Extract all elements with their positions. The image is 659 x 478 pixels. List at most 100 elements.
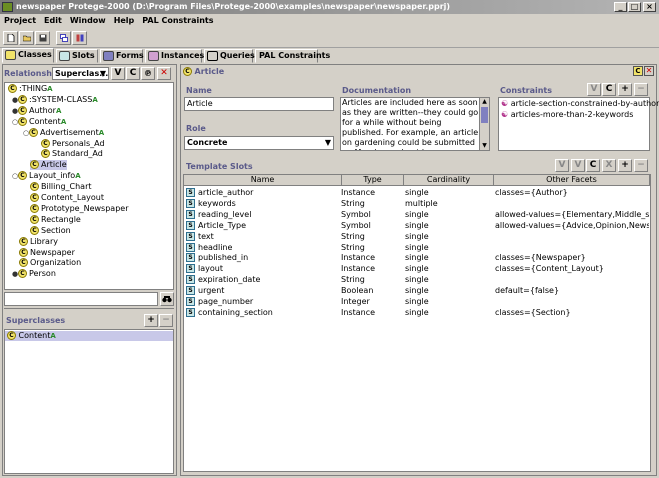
splitter[interactable]	[4, 308, 174, 312]
tab-instances[interactable]: Instances	[145, 49, 204, 63]
tab-queries[interactable]: Queries	[204, 49, 255, 63]
abstract-marker: A	[98, 128, 105, 137]
tile-windows-button[interactable]	[72, 31, 87, 45]
class-tree-item[interactable]: C Standard_Ad	[41, 149, 103, 159]
class-tree-item[interactable]: C Personals_Ad	[41, 138, 105, 149]
menu-edit[interactable]: Edit	[40, 14, 66, 27]
class-tree-item[interactable]: C Content_Layout	[30, 193, 104, 203]
relationship-select[interactable]: Superclas... ▼	[52, 67, 109, 80]
class-tree-label: Layout_info	[29, 171, 76, 181]
class-tree-item[interactable]: C Rectangle	[30, 214, 81, 225]
table-row[interactable]: Sarticle_author Instance single classes={Au…	[184, 187, 650, 198]
documentation-scrollbar[interactable]: ▲ ▼	[479, 98, 489, 150]
view-class-button[interactable]: V	[111, 67, 125, 80]
class-tree-item[interactable]: C Newspaper	[19, 247, 75, 258]
table-row[interactable]: Slayout Instance single classes={Content_La…	[184, 263, 650, 274]
remove-constraint-button[interactable]: −	[634, 83, 648, 96]
role-select[interactable]: Concrete ▼	[184, 136, 334, 150]
scroll-down-icon[interactable]: ▼	[480, 142, 489, 150]
constraint-item[interactable]: ☯ article-section-constrained-by-author	[501, 99, 659, 109]
maximize-button[interactable]: □	[628, 2, 641, 12]
table-row[interactable]: Spage_number Integer single	[184, 296, 650, 307]
create-class-button[interactable]: C	[126, 67, 140, 80]
menu-pal-constraints[interactable]: PAL Constraints	[138, 14, 217, 27]
documentation-textarea[interactable]: Articles are included here as soon as th…	[340, 97, 490, 151]
view-slot-at-class-button[interactable]: V	[571, 159, 585, 172]
remove-slot-button[interactable]: −	[634, 159, 648, 172]
scroll-up-icon[interactable]: ▲	[480, 98, 489, 106]
add-constraint-button[interactable]: +	[618, 83, 632, 96]
class-tree-item[interactable]: C Section	[30, 225, 71, 236]
view-constraint-button[interactable]: V	[587, 83, 601, 96]
class-tree-item[interactable]: C Organization	[19, 258, 81, 268]
class-tree-item[interactable]: C Prototype_Newspaper	[30, 203, 128, 214]
class-tree-item[interactable]: C Article	[30, 160, 67, 171]
close-window-button[interactable]: ×	[643, 2, 656, 12]
open-project-button[interactable]	[19, 31, 34, 45]
binoculars-icon	[207, 51, 218, 61]
column-header-name[interactable]: Name	[184, 175, 342, 186]
class-options-button[interactable]: ℗	[141, 67, 155, 80]
table-row[interactable]: Sexpiration_date String single	[184, 274, 650, 285]
class-tree-item[interactable]: ● C:SYSTEM-CLASSA	[12, 94, 98, 105]
tab-pal-constraints[interactable]: PAL Constraints	[255, 49, 330, 63]
delete-class-button[interactable]: ✕	[157, 67, 171, 80]
menu-help[interactable]: Help	[110, 14, 139, 27]
class-name-field[interactable]: Article	[184, 97, 334, 111]
class-tree-item[interactable]: ● C AuthorA	[12, 105, 61, 116]
menu-window[interactable]: Window	[66, 14, 110, 27]
add-superclass-button[interactable]: +	[144, 314, 158, 327]
class-tree-item[interactable]: ○ C Layout_infoA	[12, 171, 81, 181]
column-header-type[interactable]: Type	[342, 175, 404, 186]
save-project-button[interactable]	[35, 31, 50, 45]
abstract-marker: A	[50, 332, 56, 340]
create-slot-button[interactable]: C	[586, 159, 600, 172]
table-row[interactable]: Sheadline String single	[184, 242, 650, 253]
slot-name-cell: Sreading_level	[186, 209, 342, 220]
slot-icon: S	[186, 220, 195, 230]
table-row[interactable]: Surgent Boolean single default={false}	[184, 285, 650, 296]
column-header-other-facets[interactable]: Other Facets	[494, 175, 650, 186]
window-title-bar[interactable]: newspaper Protege-2000 (D:\Program Files…	[0, 0, 659, 14]
table-row[interactable]: Sreading_level Symbol single allowed-values…	[184, 209, 650, 220]
scroll-thumb[interactable]	[481, 107, 488, 123]
slot-type: String	[341, 242, 365, 252]
table-row[interactable]: Spublished_in Instance single classes={News…	[184, 252, 650, 263]
menu-project[interactable]: Project	[0, 14, 40, 27]
view-slot-button[interactable]: V	[555, 159, 569, 172]
add-slot-button[interactable]: +	[618, 159, 632, 172]
tab-classes[interactable]: Classes	[2, 48, 54, 63]
class-tree-label: Billing_Chart	[41, 182, 92, 192]
class-search-input[interactable]	[4, 292, 158, 306]
superclass-item[interactable]: C ContentA	[5, 331, 173, 341]
remove-slot-override-button[interactable]: X	[602, 159, 616, 172]
column-header-cardinality[interactable]: Cardinality	[404, 175, 494, 186]
create-constraint-button[interactable]: C	[602, 83, 616, 96]
remove-superclass-button[interactable]: −	[159, 314, 173, 327]
class-icon: C	[19, 247, 28, 257]
class-tree-item[interactable]: ● C Person	[12, 269, 56, 279]
instances-tab-icon	[148, 51, 159, 61]
constraint-item[interactable]: ☯ articles-more-than-2-keywords	[501, 110, 633, 120]
class-tree-item[interactable]: ○ C ContentA	[12, 116, 66, 127]
table-row[interactable]: Scontaining_section Instance single classes…	[184, 307, 650, 318]
close-editor-icon[interactable]: ✕	[644, 66, 654, 76]
slot-name: page_number	[198, 297, 254, 306]
search-button[interactable]	[160, 292, 174, 306]
new-project-button[interactable]	[3, 31, 18, 45]
minimize-button[interactable]: _	[614, 2, 627, 12]
class-tree-item[interactable]: C Billing_Chart	[30, 182, 92, 192]
table-row[interactable]: Stext String single	[184, 231, 650, 242]
class-tree-item[interactable]: C:THINGA	[8, 84, 53, 94]
slot-name-cell: Spage_number	[186, 296, 342, 307]
table-row[interactable]: S Article_Type Symbol single allowed-values=…	[184, 220, 650, 231]
class-tree-item[interactable]: ○ C AdvertisementA	[23, 127, 105, 138]
class-tree-label: Personals_Ad	[52, 138, 105, 148]
cascade-windows-button[interactable]	[56, 31, 71, 45]
tab-forms[interactable]: Forms	[100, 49, 144, 63]
slot-cardinality: single	[405, 275, 429, 285]
class-tree-label: Organization	[30, 258, 82, 268]
class-tree-item[interactable]: C Library	[19, 236, 58, 247]
tab-slots[interactable]: Slots	[56, 49, 98, 63]
table-row[interactable]: Skeywords String multiple	[184, 198, 650, 209]
